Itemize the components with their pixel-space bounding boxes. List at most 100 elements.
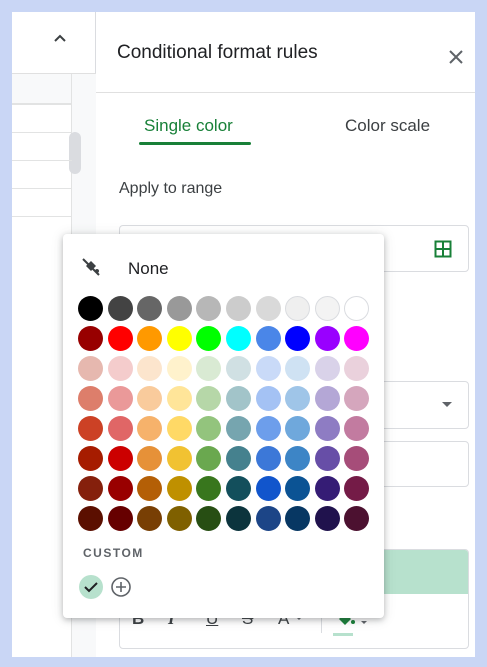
color-swatch[interactable] (314, 296, 340, 321)
checkmark-icon (84, 582, 98, 593)
color-swatch[interactable] (255, 506, 281, 531)
color-swatch[interactable] (226, 416, 251, 441)
color-swatch[interactable] (78, 326, 103, 351)
color-swatch[interactable] (107, 386, 133, 411)
color-picker-popover: None CUSTOM (63, 234, 384, 618)
color-swatch[interactable] (137, 386, 163, 411)
color-swatch[interactable] (285, 476, 311, 501)
color-swatch[interactable] (314, 356, 340, 381)
add-custom-color-icon[interactable] (109, 575, 133, 599)
color-swatch[interactable] (344, 416, 370, 441)
color-swatch[interactable] (344, 296, 370, 321)
color-swatch[interactable] (78, 356, 103, 381)
chevron-up-icon[interactable] (52, 30, 68, 46)
color-swatch[interactable] (196, 446, 222, 471)
color-swatch[interactable] (344, 356, 370, 381)
sheet-row-line (12, 160, 72, 161)
color-swatch[interactable] (166, 296, 192, 321)
custom-color-swatch[interactable] (79, 575, 103, 599)
color-swatch[interactable] (166, 476, 192, 501)
color-swatch[interactable] (255, 296, 281, 321)
color-swatch[interactable] (107, 446, 133, 471)
color-swatch[interactable] (107, 476, 133, 501)
color-swatch[interactable] (285, 296, 311, 321)
color-swatch[interactable] (226, 506, 251, 531)
color-swatch[interactable] (255, 446, 281, 471)
color-swatch[interactable] (196, 416, 222, 441)
panel-title: Conditional format rules (117, 42, 318, 63)
color-swatch[interactable] (107, 356, 133, 381)
color-swatch[interactable] (344, 386, 370, 411)
color-swatch[interactable] (196, 326, 222, 351)
color-swatch[interactable] (344, 326, 370, 351)
color-swatch[interactable] (137, 326, 163, 351)
sheet-row-line (12, 216, 72, 217)
tab-single-color[interactable]: Single color (144, 116, 233, 136)
color-swatch[interactable] (314, 476, 340, 501)
sheet-row-line (12, 188, 72, 189)
color-swatch[interactable] (314, 506, 340, 531)
color-swatch[interactable] (314, 446, 340, 471)
color-swatch[interactable] (285, 326, 311, 351)
color-swatch[interactable] (137, 416, 163, 441)
color-swatch[interactable] (166, 446, 192, 471)
color-swatch[interactable] (344, 506, 370, 531)
close-icon[interactable] (445, 46, 467, 68)
color-swatch[interactable] (344, 476, 370, 501)
color-swatch[interactable] (107, 326, 133, 351)
color-swatch[interactable] (196, 296, 222, 321)
color-swatch[interactable] (166, 356, 192, 381)
color-swatch[interactable] (314, 386, 340, 411)
color-swatch[interactable] (255, 386, 281, 411)
color-swatch[interactable] (285, 356, 311, 381)
color-swatch[interactable] (78, 296, 103, 321)
color-swatch[interactable] (137, 476, 163, 501)
color-swatch[interactable] (78, 446, 103, 471)
color-swatch[interactable] (314, 326, 340, 351)
color-swatch[interactable] (196, 476, 222, 501)
color-swatch[interactable] (107, 416, 133, 441)
color-swatch[interactable] (226, 296, 251, 321)
color-swatch[interactable] (344, 446, 370, 471)
color-swatch[interactable] (166, 326, 192, 351)
color-swatch[interactable] (255, 356, 281, 381)
color-swatch[interactable] (196, 506, 222, 531)
color-swatch[interactable] (166, 386, 192, 411)
color-swatch[interactable] (226, 446, 251, 471)
dropdown-arrow-icon[interactable] (442, 402, 452, 407)
color-swatch[interactable] (78, 416, 103, 441)
color-swatch[interactable] (285, 416, 311, 441)
color-swatch[interactable] (196, 356, 222, 381)
color-swatch[interactable] (137, 356, 163, 381)
color-swatch[interactable] (255, 476, 281, 501)
color-swatch[interactable] (226, 386, 251, 411)
color-swatch[interactable] (314, 416, 340, 441)
color-swatch[interactable] (137, 506, 163, 531)
sheet-row-line (12, 104, 72, 105)
color-swatch[interactable] (255, 326, 281, 351)
color-swatch[interactable] (166, 506, 192, 531)
apply-to-range-label: Apply to range (119, 180, 223, 197)
color-swatch[interactable] (226, 476, 251, 501)
no-color-option[interactable]: None (81, 252, 281, 282)
color-swatch[interactable] (255, 416, 281, 441)
color-swatch[interactable] (285, 446, 311, 471)
app-frame: Conditional format rules Single color Co… (12, 12, 475, 657)
color-swatch[interactable] (285, 506, 311, 531)
custom-section-label: CUSTOM (83, 546, 144, 560)
color-swatch[interactable] (166, 416, 192, 441)
color-swatch[interactable] (78, 476, 103, 501)
color-swatch[interactable] (137, 296, 163, 321)
color-swatch[interactable] (107, 296, 133, 321)
color-swatch[interactable] (226, 356, 251, 381)
select-range-grid-icon[interactable] (434, 240, 452, 258)
color-swatch[interactable] (107, 506, 133, 531)
color-swatch[interactable] (78, 386, 103, 411)
color-swatch[interactable] (196, 386, 222, 411)
tab-color-scale[interactable]: Color scale (345, 116, 430, 136)
color-swatch[interactable] (137, 446, 163, 471)
color-swatch[interactable] (285, 386, 311, 411)
scrollbar-thumb[interactable] (69, 132, 81, 174)
color-swatch[interactable] (226, 326, 251, 351)
color-swatch[interactable] (78, 506, 103, 531)
